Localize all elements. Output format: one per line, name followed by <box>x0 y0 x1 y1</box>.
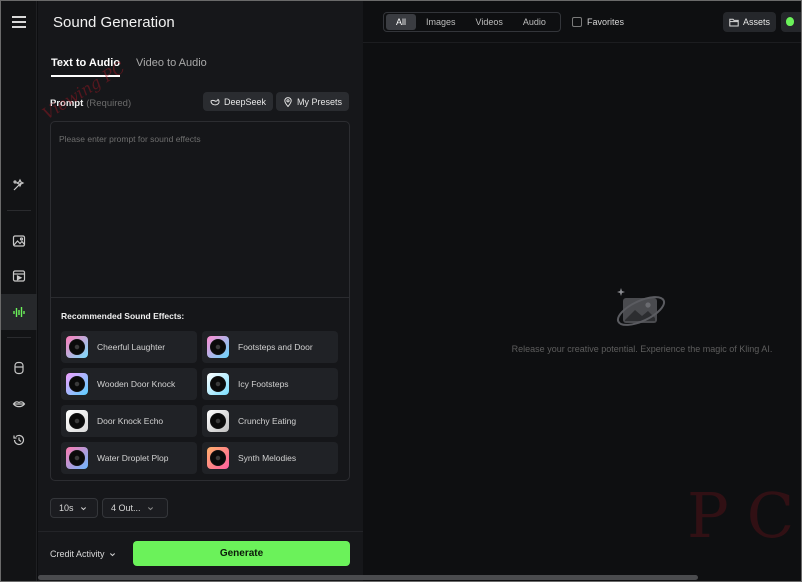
watermark-logo: PC <box>687 479 802 552</box>
vinyl-disc-icon <box>66 373 88 395</box>
magic-wand-icon[interactable] <box>1 167 37 203</box>
checkbox-icon <box>572 17 582 27</box>
video-icon[interactable] <box>1 258 37 294</box>
filter-videos[interactable]: Videos <box>466 14 513 30</box>
vinyl-disc-icon <box>66 447 88 469</box>
chevron-down-icon <box>109 552 115 556</box>
vinyl-disc-icon <box>207 373 229 395</box>
generate-button[interactable]: Generate <box>133 541 350 566</box>
sound-effect-item[interactable]: Door Knock Echo <box>61 405 197 437</box>
my-presets-button[interactable]: My Presets <box>276 92 350 111</box>
outputs-select[interactable]: 4 Out... <box>102 498 168 518</box>
deepseek-button[interactable]: DeepSeek <box>203 92 274 111</box>
flame-icon <box>786 17 794 26</box>
empty-state-text: Release your creative potential. Experie… <box>511 344 773 354</box>
menu-icon[interactable] <box>12 16 26 28</box>
chevron-down-icon <box>147 506 153 510</box>
vinyl-disc-icon <box>66 410 88 432</box>
chevron-down-icon <box>80 506 86 510</box>
required-note: (Required) <box>86 98 132 109</box>
vinyl-disc-icon <box>207 336 229 358</box>
sound-effect-item[interactable]: Water Droplet Plop <box>61 442 197 474</box>
avatar-icon[interactable] <box>1 350 37 386</box>
prompt-input[interactable]: Please enter prompt for sound effects Re… <box>50 121 350 481</box>
assets-button[interactable]: Assets <box>723 12 776 32</box>
location-pin-icon <box>284 96 292 107</box>
mode-tabs: Text to Audio Video to Audio <box>51 57 207 77</box>
prompt-placeholder: Please enter prompt for sound effects <box>59 134 201 144</box>
divider <box>51 297 349 298</box>
credit-activity-dropdown[interactable]: Credit Activity <box>50 549 116 559</box>
icon-rail <box>1 1 37 581</box>
media-filter: All Images Videos Audio <box>383 12 561 32</box>
lips-icon[interactable] <box>1 386 37 422</box>
page-title: Sound Generation <box>53 14 175 31</box>
sound-effect-item[interactable]: Icy Footsteps <box>202 368 338 400</box>
filter-all[interactable]: All <box>386 14 417 30</box>
vinyl-disc-icon <box>207 447 229 469</box>
sound-effect-item[interactable]: Footsteps and Door <box>202 331 338 363</box>
results-toolbar: All Images Videos Audio Favorites Assets <box>363 1 801 43</box>
image-icon[interactable] <box>1 223 37 259</box>
app-window: Sound Generation Text to Audio Video to … <box>0 0 802 582</box>
horizontal-scrollbar[interactable] <box>38 575 698 580</box>
vinyl-disc-icon <box>207 410 229 432</box>
deepseek-icon <box>210 98 220 105</box>
vinyl-disc-icon <box>66 336 88 358</box>
duration-select[interactable]: 10s <box>50 498 98 518</box>
sound-effect-item[interactable]: Crunchy Eating <box>202 405 338 437</box>
recommended-title: Recommended Sound Effects: <box>61 311 185 321</box>
tab-video-to-audio[interactable]: Video to Audio <box>136 57 207 77</box>
sound-effect-item[interactable]: Wooden Door Knock <box>61 368 197 400</box>
sound-effect-item[interactable]: Cheerful Laughter <box>61 331 197 363</box>
history-icon[interactable] <box>1 422 37 458</box>
empty-gallery-icon <box>616 288 666 326</box>
sound-wave-icon[interactable] <box>1 294 37 330</box>
favorites-checkbox[interactable]: Favorites <box>572 17 624 27</box>
credits-button[interactable] <box>781 12 801 32</box>
folder-icon <box>729 18 739 26</box>
filter-audio[interactable]: Audio <box>513 14 556 30</box>
filter-images[interactable]: Images <box>416 14 466 30</box>
sound-effect-item[interactable]: Synth Melodies <box>202 442 338 474</box>
